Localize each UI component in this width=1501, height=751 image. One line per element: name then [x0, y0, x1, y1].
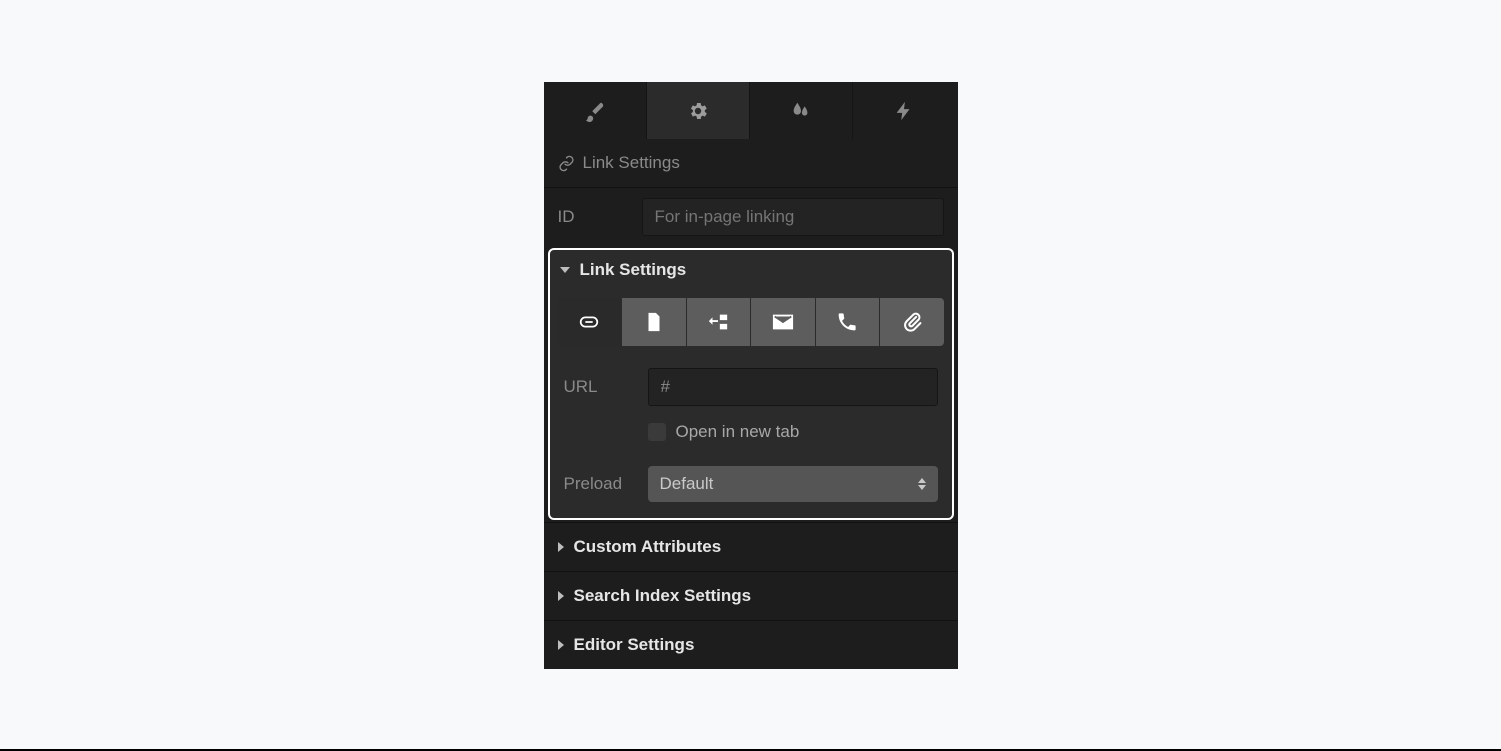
- link-type-page[interactable]: [622, 298, 686, 346]
- link-type-phone[interactable]: [816, 298, 880, 346]
- section-title: Search Index Settings: [574, 586, 752, 606]
- link-icon: [558, 155, 575, 172]
- section-title: Editor Settings: [574, 635, 695, 655]
- paperclip-icon: [901, 311, 923, 333]
- chevron-right-icon: [558, 542, 564, 552]
- panel-header: Link Settings: [544, 139, 958, 188]
- settings-panel: Link Settings ID Link Settings: [544, 82, 958, 669]
- select-arrows-icon: [918, 478, 926, 490]
- preload-value: Default: [660, 474, 714, 493]
- tab-interactions[interactable]: [853, 82, 956, 139]
- link-type-url[interactable]: [558, 298, 622, 346]
- section-icon: [707, 311, 729, 333]
- link-settings-title: Link Settings: [580, 260, 687, 280]
- brush-icon: [584, 100, 606, 122]
- mail-icon: [772, 311, 794, 333]
- droplet-icon: [790, 100, 812, 122]
- url-row: URL: [550, 358, 952, 416]
- url-label: URL: [564, 377, 648, 397]
- panel-header-title: Link Settings: [583, 153, 680, 173]
- open-new-tab-label[interactable]: Open in new tab: [676, 422, 800, 442]
- section-title: Custom Attributes: [574, 537, 722, 557]
- chevron-right-icon: [558, 591, 564, 601]
- chevron-down-icon: [560, 267, 570, 273]
- id-label: ID: [558, 207, 642, 227]
- section-custom-attributes[interactable]: Custom Attributes: [544, 522, 958, 571]
- tab-settings[interactable]: [647, 82, 750, 139]
- preload-row: Preload Default: [550, 456, 952, 518]
- panel-tabs: [544, 82, 958, 139]
- link-type-buttons: [558, 298, 944, 346]
- link-settings-header[interactable]: Link Settings: [550, 250, 952, 290]
- url-input[interactable]: [648, 368, 938, 406]
- section-editor-settings[interactable]: Editor Settings: [544, 620, 958, 669]
- id-row: ID: [544, 188, 958, 246]
- open-new-tab-checkbox[interactable]: [648, 423, 666, 441]
- chevron-right-icon: [558, 640, 564, 650]
- link-type-file[interactable]: [880, 298, 944, 346]
- preload-select[interactable]: Default: [648, 466, 938, 502]
- id-input[interactable]: [642, 198, 944, 236]
- link-settings-section: Link Settings URL: [548, 248, 954, 520]
- link-type-email[interactable]: [751, 298, 815, 346]
- tab-effects[interactable]: [750, 82, 853, 139]
- bolt-icon: [893, 100, 915, 122]
- gear-icon: [687, 100, 709, 122]
- phone-icon: [836, 311, 858, 333]
- page-icon: [643, 311, 665, 333]
- section-search-index[interactable]: Search Index Settings: [544, 571, 958, 620]
- tab-style[interactable]: [544, 82, 647, 139]
- open-new-tab-row: Open in new tab: [550, 416, 952, 456]
- preload-label: Preload: [564, 474, 648, 494]
- link-type-section[interactable]: [687, 298, 751, 346]
- link-icon: [578, 311, 600, 333]
